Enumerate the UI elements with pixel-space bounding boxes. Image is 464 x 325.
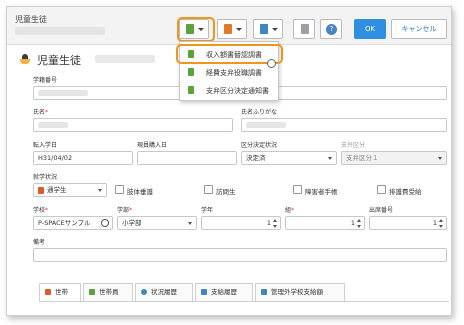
payment-icon	[201, 289, 207, 295]
mouse-cursor-icon	[267, 59, 276, 68]
purchase-date-label: 現員購入日	[137, 142, 168, 149]
page-title: 児童生徒	[37, 54, 81, 67]
chevron-down-icon	[98, 189, 102, 192]
tab-household-members[interactable]: 世帯員	[83, 283, 133, 301]
members-icon	[89, 289, 95, 295]
transfer-date-input[interactable]: H31/04/02	[33, 151, 133, 165]
category-status-select[interactable]: 決定済	[241, 151, 337, 165]
document-green-icon	[188, 68, 194, 76]
enrollment-select[interactable]: 通学生	[33, 183, 107, 197]
tab-status-history[interactable]: 状況履歴	[135, 283, 193, 301]
enrollment-label: 就学状況	[33, 174, 58, 181]
cancel-button[interactable]: キャンセル	[391, 19, 447, 39]
notes-label: 備考	[33, 239, 46, 246]
name-input[interactable]	[33, 118, 233, 132]
limb-care-label: 肢体垂護	[127, 188, 153, 196]
payment-category-label: 支弁区分	[341, 142, 366, 149]
menu-item-expense-report[interactable]: 経費支弁役職調書	[180, 64, 280, 81]
window-title: 児童生徒	[15, 15, 47, 24]
student-number-label: 学籍番号	[33, 77, 58, 84]
chevron-down-icon	[236, 28, 242, 31]
name-kana-label: 氏名ふりがな	[241, 109, 278, 116]
title-bar: 児童生徒 ? OK キャンセル	[7, 7, 451, 45]
exempt-checkbox[interactable]	[377, 185, 386, 194]
name-kana-input[interactable]	[241, 118, 447, 132]
grade-stepper[interactable]: 1	[201, 216, 281, 230]
calculator-button[interactable]	[293, 19, 315, 39]
toolbar-highlight-annotation	[177, 17, 215, 42]
disability-card-label: 障害者手帳	[305, 188, 338, 196]
chevron-down-icon	[438, 157, 442, 160]
document-green-icon	[188, 86, 194, 94]
window-subtitle-redacted	[15, 27, 105, 35]
category-status-label: 区分決定状況	[241, 142, 278, 149]
visiting-student-label: 訪問生	[216, 188, 236, 196]
division-label: 学部*	[117, 207, 133, 214]
menu-item-label: 支弁区分決定通知書	[206, 87, 269, 95]
document-blue-icon	[260, 24, 268, 34]
chevron-down-icon	[188, 222, 192, 225]
print-orange-dropdown-button[interactable]	[217, 19, 247, 39]
name-label: 氏名*	[33, 109, 49, 116]
menu-item-category-notice[interactable]: 支弁区分決定通知書	[180, 82, 280, 99]
exempt-label: 排護費受給	[389, 188, 422, 196]
tab-household[interactable]: 世帯	[39, 283, 81, 302]
home-icon	[45, 289, 51, 295]
flag-icon	[38, 187, 44, 194]
dialog-window: 児童生徒 ? OK キャンセル 収入額書替認調書 経費支弁役職調書 支弁区分決定…	[6, 6, 452, 316]
school-label: 学校*	[33, 207, 49, 214]
document-orange-icon	[224, 24, 232, 34]
print-blue-dropdown-button[interactable]	[253, 19, 283, 39]
payment-category-select: 支弁区分１	[341, 151, 447, 165]
class-label: 組*	[285, 207, 295, 214]
search-icon[interactable]	[101, 219, 109, 227]
ok-button[interactable]: OK	[354, 19, 386, 39]
tab-external-school-payment[interactable]: 管理外学校支給額	[255, 283, 345, 301]
notes-input[interactable]	[33, 248, 447, 262]
visiting-student-checkbox[interactable]	[204, 185, 213, 194]
division-select[interactable]: 小学部	[117, 216, 197, 230]
chevron-down-icon	[328, 157, 332, 160]
disability-card-checkbox[interactable]	[293, 185, 302, 194]
calculator-icon	[301, 24, 309, 34]
menu-item-label: 経費支弁役職調書	[206, 69, 262, 77]
student-name-redacted	[95, 55, 155, 63]
student-icon	[20, 54, 30, 64]
tab-payment-history[interactable]: 支給履歴	[195, 283, 253, 301]
grade-label: 学年	[201, 207, 214, 214]
purchase-date-input[interactable]	[137, 151, 237, 165]
class-stepper[interactable]: 1	[285, 216, 365, 230]
roll-number-label: 出席番号	[369, 207, 394, 214]
history-icon	[141, 289, 147, 295]
help-icon: ?	[326, 24, 337, 35]
school-input[interactable]: P-SPACEサンプル	[33, 216, 113, 230]
roll-number-stepper[interactable]: 1	[369, 216, 447, 230]
chevron-down-icon	[272, 28, 278, 31]
transfer-date-label: 転入学日	[33, 142, 58, 149]
external-school-icon	[261, 289, 267, 295]
limb-care-checkbox[interactable]	[115, 185, 124, 194]
help-button[interactable]: ?	[320, 19, 342, 39]
tab-panel	[39, 301, 449, 315]
